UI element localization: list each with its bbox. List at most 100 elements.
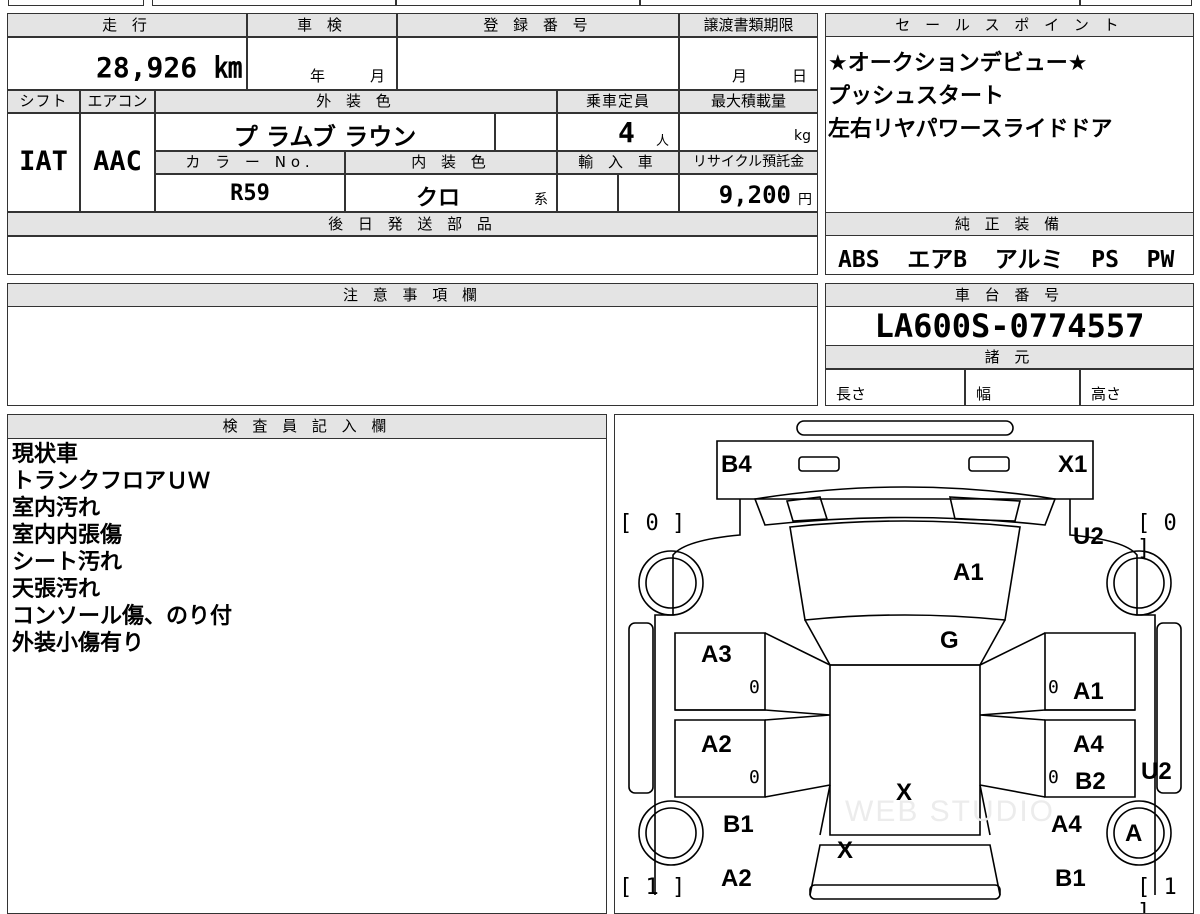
interior-color-value: クロ: [416, 186, 461, 211]
damage-label-x1: X1: [1058, 451, 1088, 478]
mileage-header: 走 行: [7, 13, 247, 37]
genuine-equipment-value: ABS エアB アルミ PS PW: [838, 247, 1175, 273]
top-strip-cell-4: [640, 0, 1080, 6]
spec-width-cell: 幅: [965, 369, 1080, 406]
damage-label-b2: B2: [1075, 768, 1106, 795]
damage-label-a2-left: A2: [701, 731, 732, 758]
sales-point-1: ★オークションデビュー★: [828, 51, 1088, 76]
damage-label-a1-hood: A1: [953, 559, 984, 586]
aircon-cell: AAC: [80, 113, 155, 212]
transfer-deadline-cell: 月 日: [679, 37, 818, 90]
panel-zero-right-lower: 0: [1048, 767, 1059, 788]
exterior-color-header: 外 装 色: [155, 90, 557, 113]
spec-width-label: 幅: [976, 385, 992, 403]
aircon-header: エアコン: [80, 90, 155, 113]
shaken-cell: 年 月: [247, 37, 397, 90]
spec-length-label: 長さ: [836, 385, 867, 403]
exterior-color-value: プ ラムブ ラウン: [233, 123, 417, 151]
car-diagram-panel: [ 0 ] [ 0 ] [ 1 ] [ 1 ] B4 X1 U2 A1 G A3…: [614, 414, 1194, 914]
recycle-value: 9,200: [718, 181, 791, 209]
color-no-header: カ ラ ー No.: [155, 151, 345, 174]
notes-header: 注 意 事 項 欄: [7, 283, 818, 307]
inspector-line-1: 現状車: [12, 442, 79, 467]
spec-height-label: 高さ: [1091, 385, 1122, 403]
color-no-value: R59: [230, 181, 270, 206]
inspector-line-4: 室内内張傷: [12, 523, 123, 548]
spec-length-cell: 長さ: [825, 369, 965, 406]
interior-color-suffix: 系: [534, 192, 548, 208]
shaken-year-label: 年: [310, 67, 326, 85]
shaken-month-label: 月: [370, 67, 386, 85]
damage-label-a3: A3: [701, 641, 732, 668]
inspector-line-6: 天張汚れ: [12, 577, 101, 602]
capacity-cell: 4 人: [557, 113, 679, 151]
damage-label-b1-bottom: B1: [1055, 865, 1086, 892]
inspector-line-7: コンソール傷、のり付: [12, 604, 233, 629]
sales-points-header: セ ー ル ス ポ イ ン ト: [825, 13, 1194, 37]
chassis-number: LA600S-0774557: [874, 307, 1145, 345]
import-header: 輸 入 車: [557, 151, 679, 174]
damage-label-a1-right: A1: [1073, 678, 1104, 705]
exterior-color-cell: プ ラムブ ラウン: [155, 113, 495, 151]
inspector-line-3: 室内汚れ: [12, 496, 101, 521]
damage-label-g: G: [940, 627, 959, 654]
recycle-header: リサイクル預託金: [679, 151, 818, 174]
max-load-header: 最大積載量: [679, 90, 818, 113]
reg-number-header: 登 録 番 号: [397, 13, 679, 37]
interior-color-cell: クロ 系: [345, 174, 557, 212]
damage-label-u2-right: U2: [1141, 758, 1172, 785]
sales-point-2: プッシュスタート: [828, 84, 1005, 109]
tire-front-left-value: [ 0 ]: [619, 511, 686, 536]
exterior-color-extra: [495, 113, 557, 151]
import-cell-2: [618, 174, 679, 212]
damage-label-a-wheel: A: [1125, 820, 1143, 847]
damage-label-x-lower: X: [837, 837, 854, 864]
watermark-text: WEB STUDIO: [845, 795, 1056, 828]
inspector-header: 検 査 員 記 入 欄: [7, 414, 607, 439]
top-strip-cell-5: [1080, 0, 1192, 6]
capacity-header: 乗車定員: [557, 90, 679, 113]
genuine-equipment-header: 純 正 装 備: [825, 212, 1194, 236]
chassis-header: 車 台 番 号: [825, 283, 1194, 307]
inspector-line-2: トランクフロアＵＷ: [12, 469, 211, 494]
transfer-month-label: 月: [732, 67, 748, 85]
recycle-unit: 円: [798, 192, 812, 208]
specs-header: 諸 元: [825, 345, 1194, 369]
inspector-line-5: シート汚れ: [12, 550, 123, 575]
panel-zero-left-upper: 0: [749, 677, 760, 698]
max-load-unit: kg: [794, 128, 811, 144]
mileage-cell: 28,926 ㎞: [7, 37, 247, 90]
panel-zero-right-upper: 0: [1048, 677, 1059, 698]
mileage-value: 28,926 ㎞: [95, 51, 242, 84]
color-no-cell: R59: [155, 174, 345, 212]
capacity-unit: 人: [656, 134, 670, 149]
transfer-day-label: 日: [792, 67, 808, 85]
transfer-deadline-header: 譲渡書類期限: [679, 13, 818, 37]
damage-label-b1-left: B1: [723, 811, 754, 838]
sales-point-3: 左右リヤパワースライドドア: [828, 117, 1113, 142]
top-strip-cell-3: [396, 0, 640, 6]
damage-label-b4: B4: [721, 451, 752, 478]
later-parts-header: 後 日 発 送 部 品: [7, 212, 818, 236]
damage-label-u2-top: U2: [1073, 523, 1104, 550]
shift-value: IAT: [19, 146, 68, 177]
shaken-header: 車 検: [247, 13, 397, 37]
capacity-value: 4: [618, 116, 635, 149]
recycle-cell: 9,200 円: [679, 174, 818, 212]
spec-height-cell: 高さ: [1080, 369, 1194, 406]
damage-label-a4-right: A4: [1073, 731, 1104, 758]
tire-rear-left-value: [ 1 ]: [619, 875, 686, 900]
interior-color-header: 内 装 色: [345, 151, 557, 174]
top-strip-cell-2: [152, 0, 396, 6]
later-parts-cell: [7, 236, 818, 275]
inspector-line-8: 外装小傷有り: [12, 631, 145, 656]
damage-label-a2-bottom: A2: [721, 865, 752, 892]
tire-front-right-value: [ 0 ]: [1137, 511, 1177, 561]
shift-header: シフト: [7, 90, 80, 113]
panel-zero-left-lower: 0: [749, 767, 760, 788]
damage-label-a4-lower: A4: [1051, 811, 1082, 838]
shift-cell: IAT: [7, 113, 80, 212]
tire-rear-right-value: [ 1 ]: [1137, 875, 1177, 914]
top-strip-cell-1: [8, 0, 144, 6]
reg-number-cell: [397, 37, 679, 90]
